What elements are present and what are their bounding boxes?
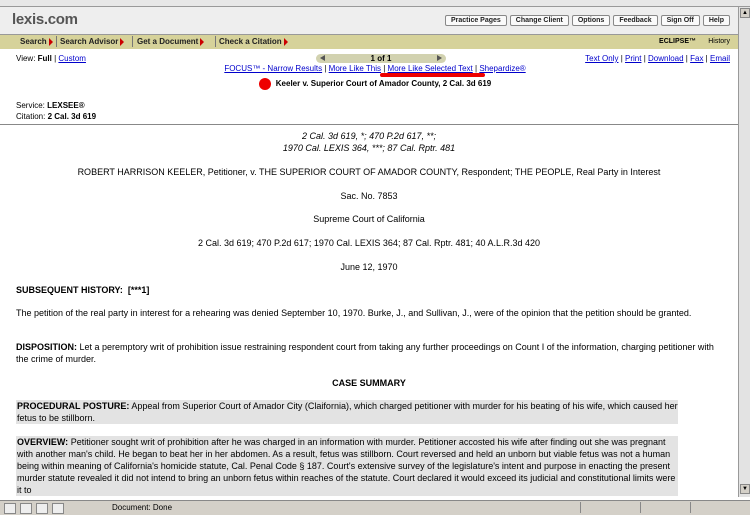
overview-label: OVERVIEW: <box>17 437 69 447</box>
view-label: View: <box>16 54 36 63</box>
procedural-posture-label: PROCEDURAL POSTURE: <box>17 401 130 411</box>
tool-links: FOCUS™ - Narrow Results | More Like This… <box>224 64 526 73</box>
case-summary-heading: CASE SUMMARY <box>332 378 406 388</box>
text-only-link[interactable]: Text Only <box>585 54 618 63</box>
download-link[interactable]: Download <box>648 54 684 63</box>
citation-value: 2 Cal. 3d 619 <box>47 112 97 121</box>
view-selector: View: Full | Custom <box>16 54 86 63</box>
subsequent-history-heading: SUBSEQUENT HISTORY: [***1] <box>16 284 721 296</box>
help-button[interactable]: Help <box>702 15 730 26</box>
fax-link[interactable]: Fax <box>690 54 703 63</box>
parties: ROBERT HARRISON KEELER, Petitioner, v. T… <box>77 167 661 177</box>
overview: OVERVIEW: Petitioner sought writ of proh… <box>16 436 678 496</box>
options-button[interactable]: Options <box>571 15 611 26</box>
disposition: DISPOSITION: Let a peremptory writ of pr… <box>16 341 721 365</box>
scroll-up-icon[interactable]: ▲ <box>740 8 750 18</box>
sign-off-button[interactable]: Sign Off <box>660 15 700 26</box>
change-client-button[interactable]: Change Client <box>509 15 569 26</box>
connection-icon <box>36 503 48 514</box>
court-name: Supreme Court of California <box>313 214 425 224</box>
subsequent-history-label: SUBSEQUENT HISTORY: <box>16 285 123 295</box>
arrow-right-icon <box>283 37 288 46</box>
citation-label: Citation: <box>16 112 46 121</box>
search-tab[interactable]: Search <box>20 37 53 46</box>
docket-number: Sac. No. 7853 <box>340 191 398 201</box>
divider <box>132 36 133 47</box>
shepardize-link[interactable]: Shepardize® <box>479 64 525 73</box>
get-a-document-tab[interactable]: Get a Document <box>137 37 205 46</box>
service-label: Service: <box>16 101 45 110</box>
view-custom-link[interactable]: Custom <box>58 54 86 63</box>
sidebar-icon[interactable] <box>52 503 64 514</box>
delivery-links: Text Only | Print | Download | Fax | Ema… <box>585 54 730 63</box>
cite-line-2: 1970 Cal. LEXIS 364, ***; 87 Cal. Rptr. … <box>282 143 456 153</box>
focus-link[interactable]: FOCUS™ - Narrow Results <box>224 64 322 73</box>
arrow-right-icon <box>120 37 125 46</box>
pager: 1 of 1 <box>316 54 446 63</box>
disposition-label: DISPOSITION: <box>16 342 78 352</box>
status-cell <box>580 502 581 513</box>
status-cell <box>640 502 641 513</box>
browser-toolbar-strip <box>0 0 750 7</box>
arrow-right-icon <box>200 37 205 46</box>
status-cell <box>690 502 691 513</box>
utility-links: Practice Pages Change Client Options Fee… <box>442 15 730 26</box>
service-value: LEXSEE® <box>47 101 85 110</box>
cite-line-1: 2 Cal. 3d 619, *; 470 P.2d 617, **; <box>302 131 436 141</box>
more-like-this-link[interactable]: More Like This <box>329 64 381 73</box>
next-icon[interactable] <box>437 55 442 61</box>
search-advisor-tab[interactable]: Search Advisor <box>60 37 125 46</box>
page-marker: [***1] <box>127 285 150 295</box>
security-icon <box>20 503 32 514</box>
eclipse-link[interactable]: ECLIPSE™ <box>659 38 696 45</box>
arrow-right-icon <box>48 37 53 46</box>
red-dot-icon <box>258 78 271 90</box>
red-annotation-mark <box>380 73 485 77</box>
divider <box>56 36 57 47</box>
lexis-logo[interactable]: lexis.com <box>12 11 78 28</box>
full-citation: 2 Cal. 3d 619; 470 P.2d 617; 1970 Cal. L… <box>197 238 541 248</box>
practice-pages-button[interactable]: Practice Pages <box>444 15 507 26</box>
overview-text: Petitioner sought writ of prohibition af… <box>17 437 676 495</box>
pager-text: 1 of 1 <box>370 54 392 63</box>
history-link[interactable]: History <box>708 38 730 45</box>
divider <box>215 36 216 47</box>
status-text: Document: Done <box>112 503 173 512</box>
disposition-text: Let a peremptory writ of prohibition iss… <box>16 342 714 364</box>
procedural-posture: PROCEDURAL POSTURE: Appeal from Superior… <box>16 400 678 424</box>
lexis-header: lexis.com Practice Pages Change Client O… <box>0 7 738 49</box>
more-like-selected-text-link[interactable]: More Like Selected Text <box>388 64 473 73</box>
view-full: Full <box>37 54 52 63</box>
print-link[interactable]: Print <box>625 54 641 63</box>
case-title-bar: Keeler v. Superior Court of Amador Count… <box>0 78 750 90</box>
main-nav: Search Search Advisor Get a Document Che… <box>0 34 738 49</box>
case-title: Keeler v. Superior Court of Amador Count… <box>275 79 492 89</box>
previous-icon[interactable] <box>320 55 325 61</box>
email-link[interactable]: Email <box>710 54 730 63</box>
scroll-down-icon[interactable]: ▼ <box>740 484 750 494</box>
decision-date: June 12, 1970 <box>340 262 398 272</box>
service-info: Service: LEXSEE® Citation: 2 Cal. 3d 619 <box>16 100 96 122</box>
check-a-citation-tab[interactable]: Check a Citation <box>219 37 288 46</box>
divider-line <box>0 124 738 125</box>
subsequent-history-text: The petition of the real party in intere… <box>16 308 692 318</box>
status-icon <box>4 503 16 514</box>
status-bar: Document: Done <box>0 500 750 515</box>
feedback-button[interactable]: Feedback <box>613 15 658 26</box>
